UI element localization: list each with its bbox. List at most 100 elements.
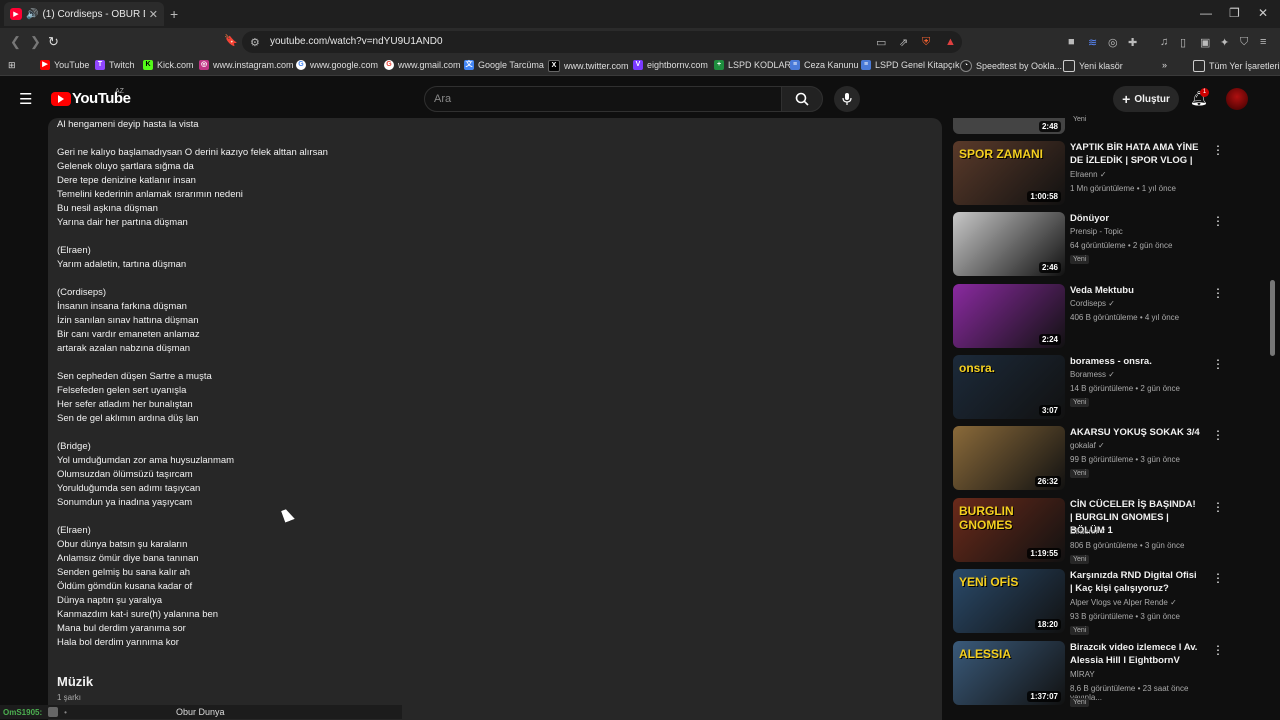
close-window-icon[interactable]: ✕ — [1258, 6, 1268, 20]
menu-icon[interactable]: ≡ — [1260, 36, 1266, 48]
country-code: AZ — [115, 88, 124, 95]
avatar[interactable] — [1226, 88, 1248, 110]
video-thumbnail[interactable]: BURGLIN GNOMES 1:19:55 — [953, 498, 1065, 562]
bookmark-icon[interactable]: 🔖 — [224, 34, 238, 47]
video-thumbnail[interactable]: 2:46 — [953, 212, 1065, 276]
bookmark-twitter[interactable]: Xwww.twitter.com — [548, 60, 629, 72]
new-badge: Yeni — [1070, 626, 1090, 635]
extensions-puzzle-icon[interactable]: ✚ — [1128, 36, 1137, 49]
more-options-icon[interactable]: ⋮ — [1212, 214, 1224, 228]
video-thumbnail[interactable]: YENİ OFİS 18:20 — [953, 569, 1065, 633]
rewards-icon[interactable]: ▲ — [945, 36, 956, 48]
video-thumbnail[interactable]: 26:32 — [953, 426, 1065, 490]
bookmark-youtube[interactable]: ▶ YouTube — [40, 60, 89, 70]
close-tab-icon[interactable]: ✕ — [149, 8, 158, 21]
more-options-icon[interactable]: ⋮ — [1212, 143, 1224, 157]
bookmark-google[interactable]: Gwww.google.com — [296, 60, 378, 70]
lyric-line: Bir canı vardır emaneten anlamaz — [57, 329, 200, 340]
speaker-icon[interactable]: 🔊 — [26, 9, 38, 20]
channel-name[interactable]: Alper Vlogs ve Alper Rende ✓ — [1070, 598, 1177, 607]
channel-name[interactable]: MİRAY — [1070, 670, 1095, 679]
lyric-line — [57, 356, 557, 370]
video-title[interactable]: Birazcık video izlemece l Av. Alessia Hi… — [1070, 641, 1200, 667]
apps-icon[interactable]: ⊞ — [8, 60, 16, 71]
scrollbar[interactable] — [1270, 280, 1275, 356]
bookmark-twitch[interactable]: T Twitch — [95, 60, 135, 70]
forward-icon[interactable]: ❯ — [30, 34, 41, 50]
search-input[interactable] — [424, 86, 782, 112]
maximize-icon[interactable]: ❐ — [1229, 6, 1240, 20]
wallet-icon[interactable]: ▣ — [1200, 36, 1210, 49]
channel-name[interactable]: gokalaf ✓ — [1070, 441, 1105, 450]
more-options-icon[interactable]: ⋮ — [1212, 500, 1224, 514]
video-thumbnail[interactable]: ALESSIA 1:37:07 — [953, 641, 1065, 705]
bookmark-kick[interactable]: K Kick.com — [143, 60, 194, 70]
duration-badge: 1:19:55 — [1027, 548, 1061, 559]
more-options-icon[interactable]: ⋮ — [1212, 286, 1224, 300]
video-title[interactable]: Dönüyor — [1070, 212, 1200, 225]
related-video-card[interactable]: 2:46 Dönüyor Prensip - Topic 64 görüntüleme… — [950, 212, 1224, 282]
new-tab-icon[interactable]: + — [170, 6, 178, 22]
media-icon[interactable]: ♫ — [1160, 36, 1168, 48]
extension-icon[interactable]: ≋ — [1088, 36, 1097, 49]
reload-icon[interactable]: ↻ — [48, 34, 59, 50]
channel-name[interactable]: Prensip - Topic — [1070, 227, 1123, 236]
bookmark-translate[interactable]: 文 Google Tarcüma — [464, 60, 544, 70]
bookmark-speedtest[interactable]: ◔ Speedtest by Ookla... — [960, 60, 1062, 72]
bookmark-folder[interactable]: Yeni klasör — [1063, 60, 1123, 72]
extension-icon[interactable]: ◎ — [1108, 36, 1118, 49]
create-button[interactable]: + Oluştur — [1113, 86, 1179, 112]
extension-icon[interactable]: ■ — [1068, 36, 1075, 48]
video-title[interactable]: AKARSU YOKUŞ SOKAK 3/4 — [1070, 426, 1200, 439]
related-video-card[interactable]: ALESSIA 1:37:07 Birazcık video izlemece l … — [950, 641, 1224, 711]
video-title[interactable]: boramess - onsra. — [1070, 355, 1200, 368]
share-icon[interactable]: ⇗ — [899, 36, 908, 49]
more-options-icon[interactable]: ⋮ — [1212, 357, 1224, 371]
related-video-card[interactable]: onsra. 3:07 boramess - onsra. Boramess ✓ 14 … — [950, 355, 1224, 425]
video-thumbnail[interactable]: SPOR ZAMANI 1:00:58 — [953, 141, 1065, 205]
video-title[interactable]: Veda Mektubu — [1070, 284, 1200, 297]
back-icon[interactable]: ❮ — [10, 34, 21, 50]
channel-name[interactable]: Cordiseps ✓ — [1070, 299, 1115, 308]
video-thumbnail[interactable]: 2:24 — [953, 284, 1065, 348]
related-video-card[interactable]: YENİ OFİS 18:20 Karşınızda RND Digital Ofi… — [950, 569, 1224, 639]
voice-search-button[interactable] — [834, 86, 860, 112]
address-text[interactable]: youtube.com/watch?v=ndYU9U1AND0 — [270, 36, 443, 47]
more-options-icon[interactable]: ⋮ — [1212, 428, 1224, 442]
bookmark-instagram[interactable]: ◎ www.instagram.com — [199, 60, 294, 70]
related-video-card[interactable]: 26:32 AKARSU YOKUŞ SOKAK 3/4 gokalaf ✓ 99 B… — [950, 426, 1224, 496]
ai-icon[interactable]: ✦ — [1220, 36, 1229, 49]
related-video-card[interactable]: BURGLIN GNOMES 1:19:55 CİN CÜCELER İŞ BAŞI… — [950, 498, 1224, 568]
duration-badge: 18:20 — [1034, 619, 1061, 630]
channel-name[interactable]: Elraenn ✓ — [1070, 527, 1107, 536]
channel-name[interactable]: Boramess ✓ — [1070, 370, 1115, 379]
all-bookmarks[interactable]: Tüm Yer İşaretleri — [1193, 60, 1280, 72]
video-title[interactable]: Karşınızda RND Digital Ofisi | Kaç kişi … — [1070, 569, 1200, 595]
brave-shield-icon[interactable]: ⛨ — [922, 36, 930, 49]
minimize-icon[interactable]: — — [1200, 6, 1212, 20]
bookmark-ceza-kanunu[interactable]: ≡ Ceza Kanunu — [790, 60, 859, 70]
bookmark-eightbornv[interactable]: Veightbornv.com — [633, 60, 708, 70]
related-video-card[interactable]: SPOR ZAMANI 1:00:58 YAPTIK BİR HATA AMA Yİ… — [950, 141, 1224, 211]
bookmarks-overflow-button[interactable]: » — [1162, 60, 1167, 70]
channel-name[interactable]: Elraenn ✓ — [1070, 170, 1107, 179]
video-title[interactable]: YAPTIK BİR HATA AMA YİNE DE İZLEDİK | SP… — [1070, 141, 1200, 167]
more-options-icon[interactable]: ⋮ — [1212, 571, 1224, 585]
bookmark-lspd-genel[interactable]: ≡ LSPD Genel Kitapçık — [861, 60, 960, 70]
google-icon: G — [296, 60, 306, 70]
video-thumbnail[interactable]: onsra. 3:07 — [953, 355, 1065, 419]
cast-icon[interactable]: ▭ — [876, 36, 886, 49]
sidebar-icon[interactable]: ▯ — [1180, 36, 1186, 49]
bookmark-lspd-kodlar[interactable]: + LSPD KODLAR — [714, 60, 791, 70]
site-info-icon[interactable]: ⚙ — [250, 36, 260, 49]
related-video-card[interactable]: 2:24 Veda Mektubu Cordiseps ✓ 406 B görüntü… — [950, 284, 1224, 354]
bookmark-gmail[interactable]: Gwww.gmail.com — [384, 60, 461, 70]
hamburger-menu-icon[interactable]: ☰ — [19, 90, 32, 108]
more-options-icon[interactable]: ⋮ — [1212, 643, 1224, 657]
browser-tab[interactable]: ▶ 🔊 (1) Cordiseps - OBUR DUNYA ✕ — [4, 2, 164, 26]
partial-thumbnail[interactable]: 2:48 — [953, 118, 1065, 134]
youtube-logo-icon[interactable] — [51, 92, 71, 106]
vpn-icon[interactable]: ⛉ — [1240, 36, 1248, 49]
video-meta: 99 B görüntüleme • 3 gün önce — [1070, 455, 1180, 464]
search-button[interactable] — [781, 86, 823, 112]
